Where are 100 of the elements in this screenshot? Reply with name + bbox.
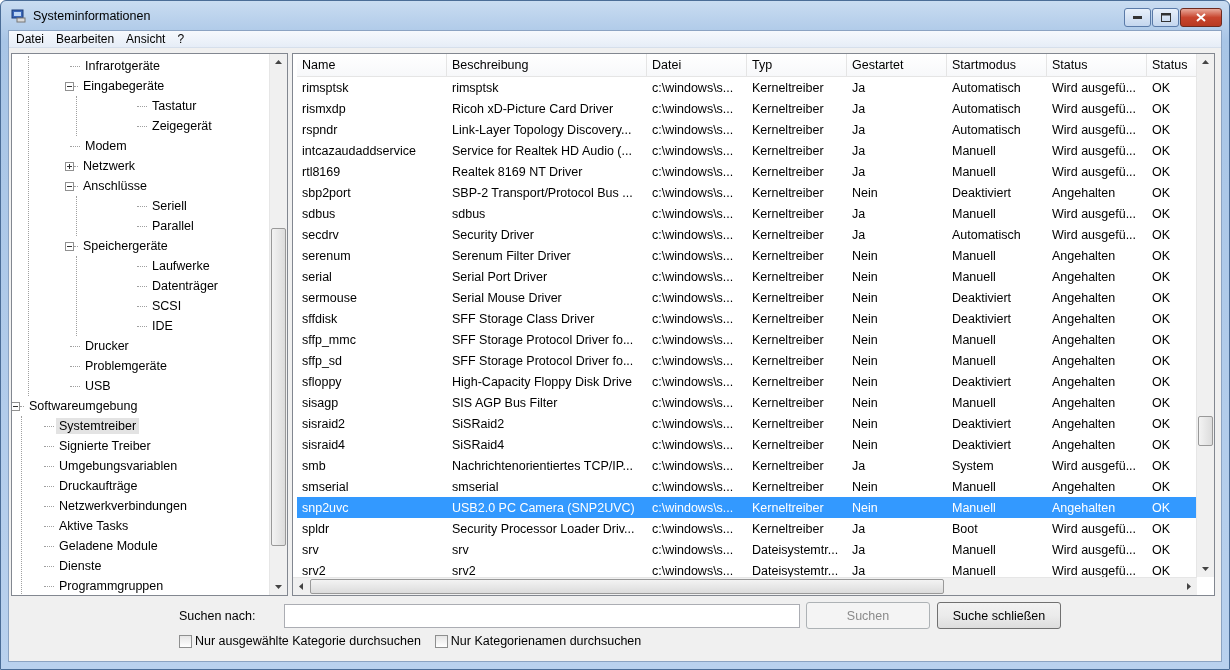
column-header[interactable]: Name [297, 54, 447, 76]
tree-item[interactable]: Eingabegeräte [80, 78, 168, 94]
menu-item[interactable]: Ansicht [121, 32, 173, 46]
collapse-icon[interactable] [65, 81, 74, 91]
menu-item[interactable]: Datei [11, 32, 51, 46]
table-cell-text: c:\windows\s... [651, 101, 735, 116]
tree-item[interactable]: Modem [82, 138, 130, 154]
table-cell-text: Wird ausgefü... [1051, 521, 1138, 536]
tree-item[interactable]: Druckaufträge [56, 478, 141, 494]
column-header[interactable]: Status [1047, 54, 1147, 76]
table-row[interactable]: rismxdp Ricoh xD-Picture Card Driver c:\windows\s... Kerneltreiber Ja Automatisch Wird ausgefü... OK [297, 98, 1196, 119]
table-cell-text: OK [1151, 332, 1172, 347]
table-row[interactable]: srv srv c:\windows\s... Dateisystemtr... Ja Manuell Wird ausgefü... OK [297, 539, 1196, 560]
table-row[interactable]: intcazaudaddservice Service for Realtek HD Audio (... c:\windows\s... Kerneltreiber Ja Manuell Wird ausgefü... OK [297, 140, 1196, 161]
table-cell-text: c:\windows\s... [651, 332, 735, 347]
table-row[interactable]: sisraid2 SiSRaid2 c:\windows\s... Kerneltreiber Nein Deaktiviert Angehalten OK [297, 413, 1196, 434]
tree-item[interactable]: Datenträger [149, 278, 221, 294]
tree-item[interactable]: Problemgeräte [82, 358, 170, 374]
menu-item[interactable]: Bearbeiten [51, 32, 122, 46]
table-row[interactable]: rtl8169 Realtek 8169 NT Driver c:\windows\s... Kerneltreiber Ja Manuell Wird ausgefü... OK [297, 161, 1196, 182]
tree-item[interactable]: Aktive Tasks [56, 518, 132, 534]
table-row[interactable]: rspndr Link-Layer Topology Discovery... c:\windows\s... Kerneltreiber Ja Automatisch Wird ausgefü... OK [297, 119, 1196, 140]
table-cell-text: c:\windows\s... [651, 80, 735, 95]
table-row[interactable]: secdrv Security Driver c:\windows\s... Kerneltreiber Ja Automatisch Wird ausgefü... OK [297, 224, 1196, 245]
table-row[interactable]: sisraid4 SiSRaid4 c:\windows\s... Kerneltreiber Nein Deaktiviert Angehalten OK [297, 434, 1196, 455]
table-cell-text: OK [1151, 374, 1172, 389]
checkbox[interactable] [434, 634, 448, 648]
column-header[interactable]: Datei [647, 54, 747, 76]
table-row[interactable]: sermouse Serial Mouse Driver c:\windows\s... Kerneltreiber Nein Deaktiviert Angehalten OK [297, 287, 1196, 308]
table-row[interactable]: sffdisk SFF Storage Class Driver c:\windows\s... Kerneltreiber Nein Deaktiviert Angehalten OK [297, 308, 1196, 329]
table-row[interactable]: sffp_sd SFF Storage Protocol Driver fo... c:\windows\s... Kerneltreiber Nein Manuell Angehalten OK [297, 350, 1196, 371]
table-row[interactable]: spldr Security Processor Loader Driv... c:\windows\s... Kerneltreiber Ja Boot Wird ausgefü... OK [297, 518, 1196, 539]
minimize-button[interactable] [1124, 8, 1151, 27]
table-row[interactable]: smserial smserial c:\windows\s... Kerneltreiber Nein Manuell Angehalten OK [297, 476, 1196, 497]
scrollbar[interactable] [269, 54, 287, 595]
tree-item[interactable]: Softwareumgebung [26, 398, 141, 414]
table-row[interactable]: sfloppy High-Capacity Floppy Disk Drive c:\windows\s... Kerneltreiber Nein Deaktiviert Angehalten OK [297, 371, 1196, 392]
tree-item[interactable]: Umgebungsvariablen [56, 458, 181, 474]
tree-item[interactable]: Laufwerke [149, 258, 213, 274]
scroll-thumb[interactable] [1198, 416, 1213, 446]
tree-item[interactable]: Geladene Module [56, 538, 161, 554]
table-cell-text: Nein [851, 437, 879, 452]
scroll-thumb[interactable] [271, 228, 286, 546]
table-row[interactable]: sffp_mmc SFF Storage Protocol Driver fo... c:\windows\s... Kerneltreiber Nein Manuell Angehalten OK [297, 329, 1196, 350]
tree-item[interactable]: Infrarotgeräte [82, 58, 164, 74]
table-row[interactable]: serenum Serenum Filter Driver c:\windows\s... Kerneltreiber Nein Manuell Angehalten OK [297, 245, 1196, 266]
scrollbar[interactable] [1196, 54, 1214, 577]
table-cell-text: Deaktiviert [951, 374, 1013, 389]
table-row[interactable]: serial Serial Port Driver c:\windows\s... Kerneltreiber Nein Manuell Angehalten OK [297, 266, 1196, 287]
tree-item[interactable]: Programmgruppen [56, 578, 167, 594]
column-header[interactable]: Startmodus [947, 54, 1047, 76]
table-row[interactable]: srv2 srv2 c:\windows\s... Dateisystemtr... Ja Manuell Wird ausgefü... OK [297, 560, 1196, 577]
checkbox-label[interactable]: Nur Kategorienamen durchsuchen [450, 634, 642, 648]
table-row[interactable]: smb Nachrichtenorientiertes TCP/IP... c:\windows\s... Kerneltreiber Ja System Wird ausgefü... OK [297, 455, 1196, 476]
tree-item[interactable]: IDE [149, 318, 176, 334]
table-cell-text: Kerneltreiber [751, 80, 825, 95]
tree-item[interactable]: Netzwerkverbindungen [56, 498, 190, 514]
close-search-button[interactable]: Suche schließen [937, 602, 1061, 629]
tree-item[interactable]: Zeigegerät [149, 118, 215, 134]
table-cell-text: srv2 [451, 563, 477, 577]
table-row[interactable]: sbp2port SBP-2 Transport/Protocol Bus ... c:\windows\s... Kerneltreiber Nein Deaktiviert Angehalten OK [297, 182, 1196, 203]
tree-item[interactable]: USB [82, 378, 114, 394]
table-cell-text: sermouse [301, 290, 358, 305]
checkbox-label[interactable]: Nur ausgewählte Kategorie durchsuchen [195, 634, 421, 648]
tree-item[interactable]: Seriell [149, 198, 190, 214]
tree-item[interactable]: Systemtreiber [56, 418, 140, 434]
scrollbar[interactable] [293, 577, 1197, 595]
table-cell-text: OK [1151, 143, 1172, 158]
tree-item[interactable]: Speichergeräte [80, 238, 171, 254]
tree-item[interactable]: Signierte Treiber [56, 438, 154, 454]
tree-item[interactable]: Parallel [149, 218, 197, 234]
table-cell-text: Angehalten [1051, 395, 1117, 410]
scroll-thumb[interactable] [310, 579, 944, 594]
table-cell-text: c:\windows\s... [651, 248, 735, 263]
collapse-icon[interactable] [65, 241, 74, 251]
menu-item[interactable]: ? [172, 32, 192, 46]
column-header[interactable]: Beschreibung [447, 54, 647, 76]
table-cell-text: Ja [851, 164, 867, 179]
column-header[interactable]: Gestartet [847, 54, 947, 76]
tree-item[interactable]: Drucker [82, 338, 132, 354]
expand-icon[interactable] [65, 161, 74, 171]
tree-item[interactable]: Dienste [56, 558, 105, 574]
table-cell-text: Ja [851, 542, 867, 557]
close-button[interactable] [1180, 8, 1222, 27]
tree-item[interactable]: Anschlüsse [80, 178, 150, 194]
table-row[interactable]: sisagp SIS AGP Bus Filter c:\windows\s... Kerneltreiber Nein Manuell Angehalten OK [297, 392, 1196, 413]
checkbox[interactable] [179, 634, 192, 648]
maximize-button[interactable] [1152, 8, 1179, 27]
search-field[interactable] [284, 603, 800, 628]
table-cell-text: Nein [851, 248, 879, 263]
tree-item[interactable]: Tastatur [149, 98, 200, 114]
tree-item[interactable]: SCSI [149, 298, 185, 314]
column-header[interactable]: Typ [747, 54, 847, 76]
table-row[interactable]: rimsptsk rimsptsk c:\windows\s... Kerneltreiber Ja Automatisch Wird ausgefü... OK [297, 77, 1196, 98]
table-cell-text: Kerneltreiber [751, 206, 825, 221]
collapse-icon[interactable] [65, 181, 74, 191]
table-row[interactable]: sdbus sdbus c:\windows\s... Kerneltreiber Ja Manuell Wird ausgefü... OK [297, 203, 1196, 224]
table-cell-text: rspndr [301, 122, 339, 137]
collapse-icon[interactable] [12, 401, 20, 411]
tree-item[interactable]: Netzwerk [80, 158, 139, 174]
